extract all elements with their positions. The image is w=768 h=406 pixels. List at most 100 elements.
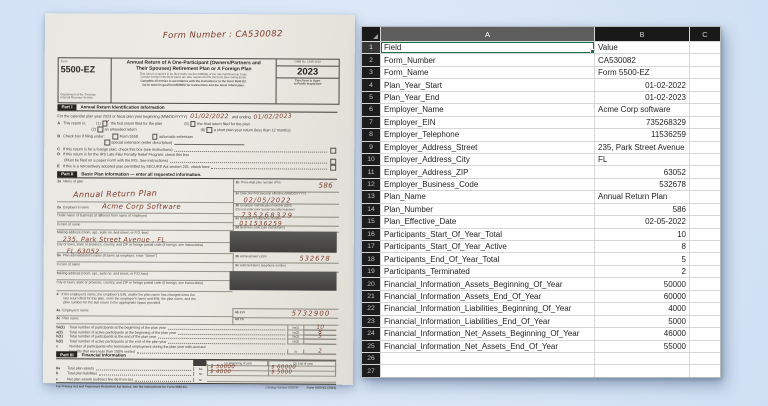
cell-C23[interactable] — [690, 315, 720, 328]
cell-B19[interactable]: 2 — [595, 265, 689, 278]
cell-A5[interactable]: Plan_Year_End — [381, 91, 594, 104]
cell-C10[interactable] — [690, 153, 720, 166]
cell-B1[interactable]: Value — [595, 42, 689, 54]
cell-A27[interactable] — [381, 365, 594, 377]
cell-C7[interactable] — [690, 116, 720, 129]
cell-A4[interactable]: Plan_Year_Start — [381, 79, 594, 91]
cell-A7[interactable]: Employer_EIN — [381, 116, 594, 129]
cell-B11[interactable]: 63052 — [595, 166, 689, 178]
cell-A3[interactable]: Form_Name — [381, 66, 594, 79]
row-header-25[interactable]: 25 — [362, 340, 380, 352]
cell-B27[interactable] — [595, 365, 689, 377]
cell-A16[interactable]: Participants_Start_Of_Year_Total — [381, 228, 594, 240]
cell-A13[interactable]: Plan_Name — [381, 191, 594, 203]
cell-A18[interactable]: Participants_End_Of_Year_Total — [381, 253, 594, 265]
cell-B7[interactable]: 735268329 — [595, 116, 689, 129]
cell-B12[interactable]: 532678 — [595, 178, 689, 191]
row-header-15[interactable]: 15 — [362, 216, 380, 228]
cell-C22[interactable] — [690, 303, 720, 315]
cell-C14[interactable] — [690, 203, 720, 216]
cell-A25[interactable]: Financial_Information_Net_Assets_End_Of_… — [381, 340, 594, 352]
row-header-8[interactable]: 8 — [362, 129, 380, 141]
cell-C16[interactable] — [690, 228, 720, 240]
cell-A23[interactable]: Financial_Information_Liabilities_End_Of… — [381, 315, 594, 328]
cell-A19[interactable]: Participants_Terminated — [381, 265, 594, 278]
cell-C4[interactable] — [690, 79, 720, 91]
row-header-4[interactable]: 4 — [362, 79, 380, 91]
cell-A12[interactable]: Employer_Business_Code — [381, 178, 594, 191]
select-all-corner[interactable] — [362, 27, 380, 41]
column-header-C[interactable]: C — [690, 27, 720, 41]
cell-A22[interactable]: Financial_Information_Liabilities_Beginn… — [381, 303, 594, 315]
cell-C21[interactable] — [690, 290, 720, 303]
cell-C18[interactable] — [690, 253, 720, 265]
cell-B2[interactable]: CA530082 — [595, 54, 689, 66]
row-header-20[interactable]: 20 — [362, 278, 380, 290]
cell-A2[interactable]: Form_Number — [381, 54, 594, 66]
cell-A11[interactable]: Employer_Address_ZIP — [381, 166, 594, 178]
row-header-22[interactable]: 22 — [362, 303, 380, 315]
cell-C15[interactable] — [690, 216, 720, 228]
cell-B21[interactable]: 60000 — [595, 290, 689, 303]
cell-B18[interactable]: 5 — [595, 253, 689, 265]
cell-A20[interactable]: Financial_Information_Assets_Beginning_O… — [381, 278, 594, 290]
cell-A15[interactable]: Plan_Effective_Date — [381, 216, 594, 228]
row-header-21[interactable]: 21 — [362, 290, 380, 303]
row-header-16[interactable]: 16 — [362, 228, 380, 240]
cell-A1[interactable]: Field — [381, 42, 594, 54]
cell-C12[interactable] — [690, 178, 720, 191]
cell-C8[interactable] — [690, 129, 720, 141]
cell-B4[interactable]: 01-02-2022 — [595, 79, 689, 91]
row-header-12[interactable]: 12 — [362, 178, 380, 191]
row-header-3[interactable]: 3 — [362, 66, 380, 79]
cell-A17[interactable]: Participants_Start_Of_Year_Active — [381, 241, 594, 253]
cell-A21[interactable]: Financial_Information_Assets_End_Of_Year — [381, 290, 594, 303]
row-header-14[interactable]: 14 — [362, 203, 380, 216]
row-header-18[interactable]: 18 — [362, 253, 380, 265]
row-header-27[interactable]: 27 — [362, 365, 380, 377]
row-header-17[interactable]: 17 — [362, 241, 380, 253]
cell-A14[interactable]: Plan_Number — [381, 203, 594, 216]
cell-A6[interactable]: Employer_Name — [381, 104, 594, 116]
cell-A8[interactable]: Employer_Telephone — [381, 129, 594, 141]
cell-A9[interactable]: Employer_Address_Street — [381, 141, 594, 153]
row-header-13[interactable]: 13 — [362, 191, 380, 203]
row-header-6[interactable]: 6 — [362, 104, 380, 116]
row-header-23[interactable]: 23 — [362, 315, 380, 328]
row-header-11[interactable]: 11 — [362, 166, 380, 178]
column-header-B[interactable]: B — [595, 27, 689, 41]
cell-B24[interactable]: 46000 — [595, 328, 689, 340]
cell-C24[interactable] — [690, 328, 720, 340]
row-header-26[interactable]: 26 — [362, 352, 380, 365]
cell-C26[interactable] — [690, 352, 720, 365]
cell-B9[interactable]: 235, Park Street Avenue — [595, 141, 689, 153]
cell-B5[interactable]: 01-02-2023 — [595, 91, 689, 104]
cell-C27[interactable] — [690, 365, 720, 377]
cell-C5[interactable] — [690, 91, 720, 104]
cell-C2[interactable] — [690, 54, 720, 66]
cell-C19[interactable] — [690, 265, 720, 278]
cell-B25[interactable]: 55000 — [595, 340, 689, 352]
cell-C1[interactable] — [690, 42, 720, 54]
cell-B6[interactable]: Acme Corp software — [595, 104, 689, 116]
cell-B10[interactable]: FL — [595, 153, 689, 166]
cell-B23[interactable]: 5000 — [595, 315, 689, 328]
cell-C17[interactable] — [690, 241, 720, 253]
cell-A24[interactable]: Financial_Information_Net_Assets_Beginni… — [381, 328, 594, 340]
row-header-19[interactable]: 19 — [362, 265, 380, 278]
cell-C13[interactable] — [690, 191, 720, 203]
row-header-2[interactable]: 2 — [362, 54, 380, 66]
row-header-10[interactable]: 10 — [362, 153, 380, 166]
cell-B17[interactable]: 8 — [595, 241, 689, 253]
row-header-5[interactable]: 5 — [362, 91, 380, 104]
cell-B13[interactable]: Annual Return Plan — [595, 191, 689, 203]
cell-B20[interactable]: 50000 — [595, 278, 689, 290]
row-header-7[interactable]: 7 — [362, 116, 380, 129]
cell-C9[interactable] — [690, 141, 720, 153]
cell-B3[interactable]: Form 5500-EZ — [595, 66, 689, 79]
cell-B14[interactable]: 586 — [595, 203, 689, 216]
cell-B8[interactable]: 11536259 — [595, 129, 689, 141]
row-header-9[interactable]: 9 — [362, 141, 380, 153]
row-header-24[interactable]: 24 — [362, 328, 380, 340]
cell-B16[interactable]: 10 — [595, 228, 689, 240]
